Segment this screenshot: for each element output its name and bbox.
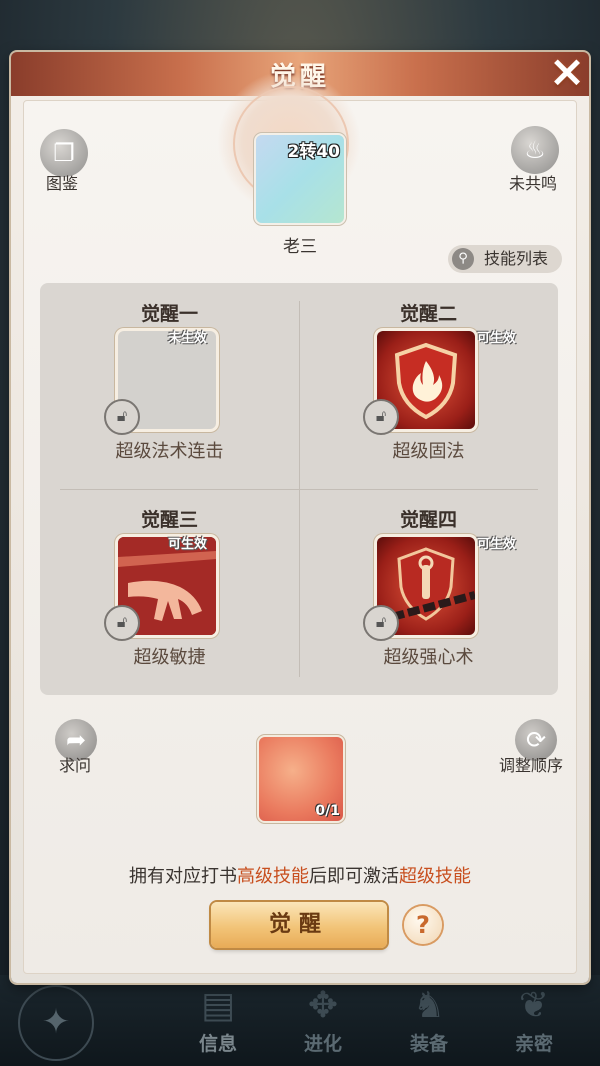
close-button[interactable]: × [545,50,589,94]
evolve-icon: ✥ [307,985,339,1026]
nav-item-intimacy[interactable]: ❦ 亲密 [489,983,579,1056]
back-icon[interactable]: ✦ [18,985,94,1061]
slot-title: 觉醒四 [399,509,457,531]
nav-item-label: 进化 [303,1033,342,1055]
equip-icon: ♞ [412,985,446,1026]
skill-name: 超级固法 [392,441,465,462]
skill-list-label: 技能列表 [484,249,549,268]
help-icon[interactable]: ? [404,906,442,944]
reorder-label: 调整顺序 [499,756,564,775]
slot-title: 觉醒一 [140,303,198,325]
skill-name: 超级强心术 [383,647,474,668]
search-icon: ⚲ [452,248,474,270]
hint-highlight: 高级技能 [237,866,309,887]
nav-item-evolve[interactable]: ✥ 进化 [278,983,368,1056]
heart-icon: ❦ [518,985,550,1026]
bottom-nav: ✦ ▤ 信息 ✥ 进化 ♞ 装备 ❦ 亲密 [0,975,600,1066]
unlock-icon[interactable]: 🔓︎ [104,605,140,641]
awaken-slot-1: 觉醒一 未生效 🔓︎ 超级法术连击 [40,283,299,489]
hint-part: 后即可激活 [309,866,399,887]
awaken-button[interactable]: 觉醒 [211,902,387,948]
pet-avatar[interactable]: 2转40 [256,135,344,223]
refresh-icon: ⟳ [525,726,547,754]
unlock-icon[interactable]: 🔓︎ [104,399,140,435]
skill-list-button[interactable]: ⚲ 技能列表 [448,245,562,273]
awaken-slot-3: 觉醒三 可生效 🔓︎ 超级敏捷 [40,489,299,695]
slot-status: 可生效 [477,537,517,552]
unlock-icon[interactable]: 🔓︎ [363,605,399,641]
nav-item-info[interactable]: ▤ 信息 [173,983,263,1056]
hint-part: 拥有对应打书 [129,866,237,887]
nav-item-equip[interactable]: ♞ 装备 [384,983,474,1056]
awaken-slots-panel: 觉醒一 未生效 🔓︎ 超级法术连击 觉醒二 可生效 🔓︎ 超级固法 觉醒三 可生… [40,283,558,695]
resonance-button[interactable]: ♨ [511,126,559,174]
awaken-slot-4: 觉醒四 可生效 🔓︎ 超级强心术 [299,489,558,695]
info-icon: ▤ [200,985,235,1026]
nav-item-label: 装备 [409,1033,448,1055]
flame-icon: ♨ [524,136,546,164]
hint-highlight: 超级技能 [399,866,471,887]
material-count: 0/1 [315,803,340,819]
awaken-slot-2: 觉醒二 可生效 🔓︎ 超级固法 [299,283,558,489]
slot-status: 可生效 [168,537,208,552]
resonance-label: 未共鸣 [509,174,558,193]
pet-level: 2转40 [287,142,341,162]
unlock-icon[interactable]: 🔓︎ [363,399,399,435]
hint-text: 拥有对应打书高级技能后即可激活超级技能 [0,862,600,888]
skill-name: 超级敏捷 [133,647,206,668]
skill-name: 超级法术连击 [115,441,224,462]
book-icon: ❐ [53,139,75,167]
material-slot[interactable]: 0/1 [259,737,343,821]
share-arrow-icon: ➦ [65,726,87,754]
ask-label: 求问 [59,756,92,775]
slot-title: 觉醒二 [399,303,457,325]
slot-title: 觉醒三 [140,509,198,531]
slot-status: 可生效 [477,331,517,346]
codex-label: 图鉴 [46,174,79,193]
nav-item-label: 信息 [198,1033,237,1055]
slot-status: 未生效 [168,331,208,346]
nav-item-label: 亲密 [514,1033,553,1055]
